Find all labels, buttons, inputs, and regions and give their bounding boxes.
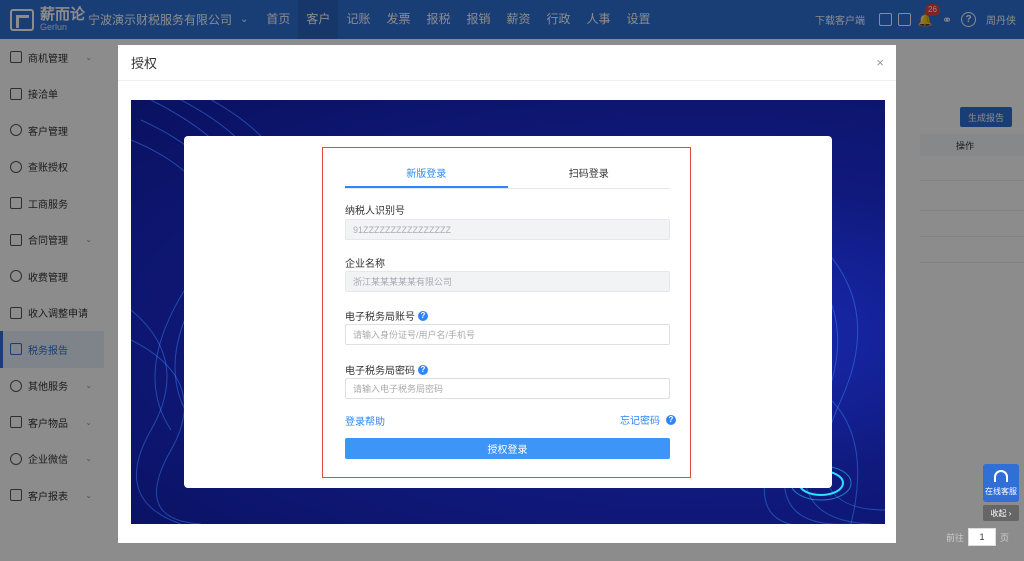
- question-icon[interactable]: ?: [418, 310, 428, 321]
- login-help-link[interactable]: 登录帮助: [345, 413, 385, 428]
- close-icon[interactable]: ×: [876, 55, 884, 70]
- online-service-button[interactable]: 在线客服: [983, 464, 1019, 502]
- account-input[interactable]: [345, 324, 670, 345]
- question-icon[interactable]: ?: [666, 414, 676, 425]
- pager-unit-label: 页: [1000, 532, 1010, 543]
- headset-icon: [994, 469, 1008, 482]
- question-icon[interactable]: ?: [418, 364, 428, 375]
- collapse-button[interactable]: 收起 ›: [983, 505, 1019, 521]
- forgot-password-link[interactable]: 忘记密码?: [620, 412, 676, 427]
- pagination-goto: 前往 1 页: [946, 528, 1009, 546]
- tab-new-login[interactable]: 新版登录: [345, 165, 508, 188]
- password-input[interactable]: [345, 378, 670, 399]
- company-name-label: 企业名称: [345, 259, 385, 270]
- pager-page-input[interactable]: 1: [968, 528, 997, 546]
- login-tabs: 新版登录 扫码登录: [345, 165, 670, 189]
- dialog-title: 授权: [118, 45, 896, 81]
- online-service-label: 在线客服: [985, 486, 1017, 496]
- password-label: 电子税务局密码?: [345, 362, 428, 377]
- authorize-login-button[interactable]: 授权登录: [345, 438, 670, 459]
- taxpayer-id-field: 91ZZZZZZZZZZZZZZZZ: [345, 219, 670, 240]
- taxpayer-id-label: 纳税人识别号: [345, 206, 405, 217]
- tab-qr-login[interactable]: 扫码登录: [508, 165, 671, 188]
- account-label: 电子税务局账号?: [345, 308, 428, 323]
- company-name-field: 浙江某某某某某有限公司: [345, 271, 670, 292]
- pager-goto-label: 前往: [946, 532, 965, 543]
